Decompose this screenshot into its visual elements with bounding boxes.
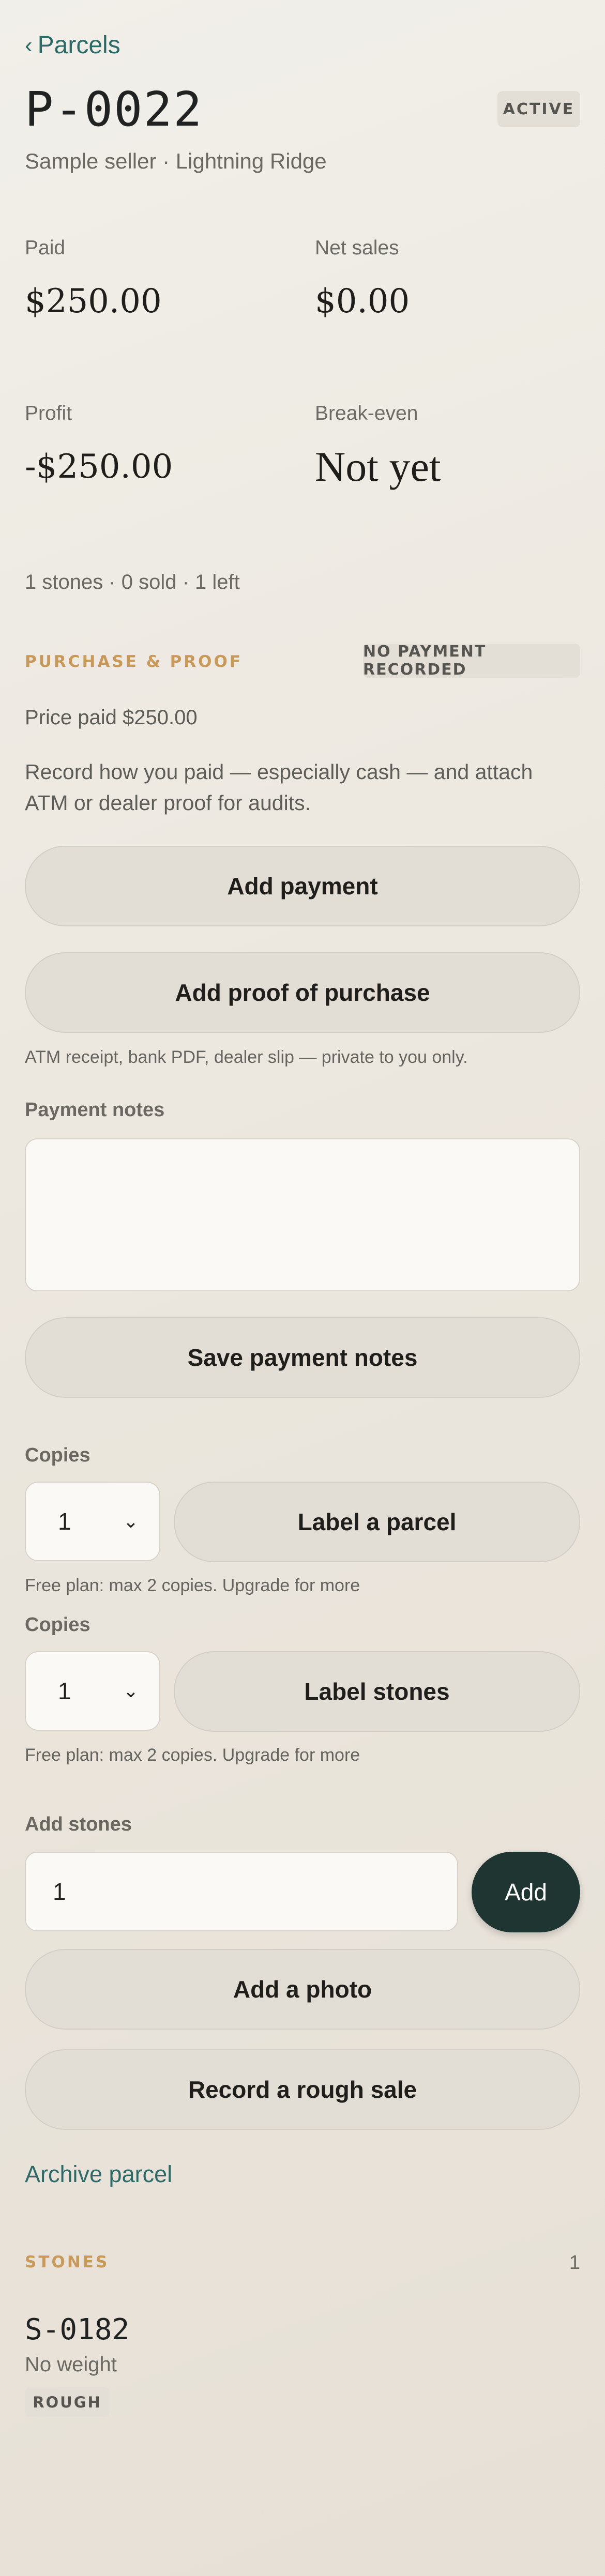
back-label: Parcels	[37, 32, 120, 59]
proof-hint: ATM receipt, bank PDF, dealer slip — pri…	[25, 1047, 468, 1067]
stones-count: 1	[569, 2252, 580, 2274]
payment-notes-field[interactable]	[25, 1138, 580, 1291]
purchase-description: Record how you paid — especially cash — …	[25, 760, 533, 815]
stone-type-badge: ROUGH	[25, 2387, 110, 2417]
stone-weight: No weight	[25, 2353, 117, 2376]
record-rough-sale-button[interactable]: Record a rough sale	[25, 2049, 580, 2130]
status-badge: ACTIVE	[497, 91, 580, 127]
stone-counts: 1 stones · 0 sold · 1 left	[25, 571, 240, 593]
parcel-copies-hint: Free plan: max 2 copies. Upgrade for mor…	[25, 1576, 360, 1595]
add-photo-button[interactable]: Add a photo	[25, 1949, 580, 2030]
label-stones-button[interactable]: Label stones	[174, 1651, 580, 1732]
add-payment-button[interactable]: Add payment	[25, 846, 580, 926]
chevron-down-icon: ⌄	[123, 1680, 139, 1701]
breakeven-value: Not yet	[315, 443, 441, 490]
stone-code[interactable]: S-0182	[25, 2313, 129, 2346]
profit-label: Profit	[25, 402, 72, 424]
label-parcel-button[interactable]: Label a parcel	[174, 1482, 580, 1562]
archive-parcel-link[interactable]: Archive parcel	[25, 2161, 172, 2188]
stones-section-title: STONES	[25, 2253, 110, 2272]
parcel-copies-label: Copies	[25, 1444, 90, 1466]
paid-label: Paid	[25, 237, 66, 259]
add-stones-button[interactable]: Add	[472, 1852, 580, 1932]
stones-copies-hint: Free plan: max 2 copies. Upgrade for mor…	[25, 1745, 360, 1765]
save-payment-notes-button[interactable]: Save payment notes	[25, 1317, 580, 1398]
parcel-subtitle: Sample seller · Lightning Ridge	[25, 149, 327, 173]
parcel-copies-select[interactable]: 1 ⌄	[25, 1482, 160, 1561]
add-stones-input[interactable]: 1	[25, 1852, 458, 1931]
back-link[interactable]: ‹ Parcels	[25, 31, 120, 59]
net-sales-value: $0.00	[315, 282, 410, 321]
parcel-code: P-0022	[25, 82, 203, 137]
paid-value: $250.00	[25, 282, 162, 321]
stones-copies-select[interactable]: 1 ⌄	[25, 1651, 160, 1731]
add-stones-label: Add stones	[25, 1813, 132, 1835]
parcel-copies-value: 1	[58, 1508, 71, 1535]
chevron-down-icon: ⌄	[123, 1511, 139, 1532]
stones-copies-value: 1	[58, 1678, 71, 1704]
purchase-section-title: PURCHASE & PROOF	[25, 652, 243, 671]
add-stones-value: 1	[53, 1878, 66, 1905]
parcel-detail-page: ‹ Parcels P-0022 ACTIVE Sample seller · …	[0, 0, 605, 2576]
payment-status-badge: NO PAYMENT RECORDED	[363, 643, 580, 679]
profit-value: -$250.00	[25, 448, 173, 486]
payment-notes-label: Payment notes	[25, 1099, 165, 1121]
add-proof-button[interactable]: Add proof of purchase	[25, 952, 580, 1033]
price-paid: Price paid $250.00	[25, 706, 198, 729]
net-sales-label: Net sales	[315, 237, 399, 259]
breakeven-label: Break-even	[315, 402, 418, 424]
chevron-left-icon: ‹	[25, 32, 33, 58]
stones-copies-label: Copies	[25, 1614, 90, 1636]
